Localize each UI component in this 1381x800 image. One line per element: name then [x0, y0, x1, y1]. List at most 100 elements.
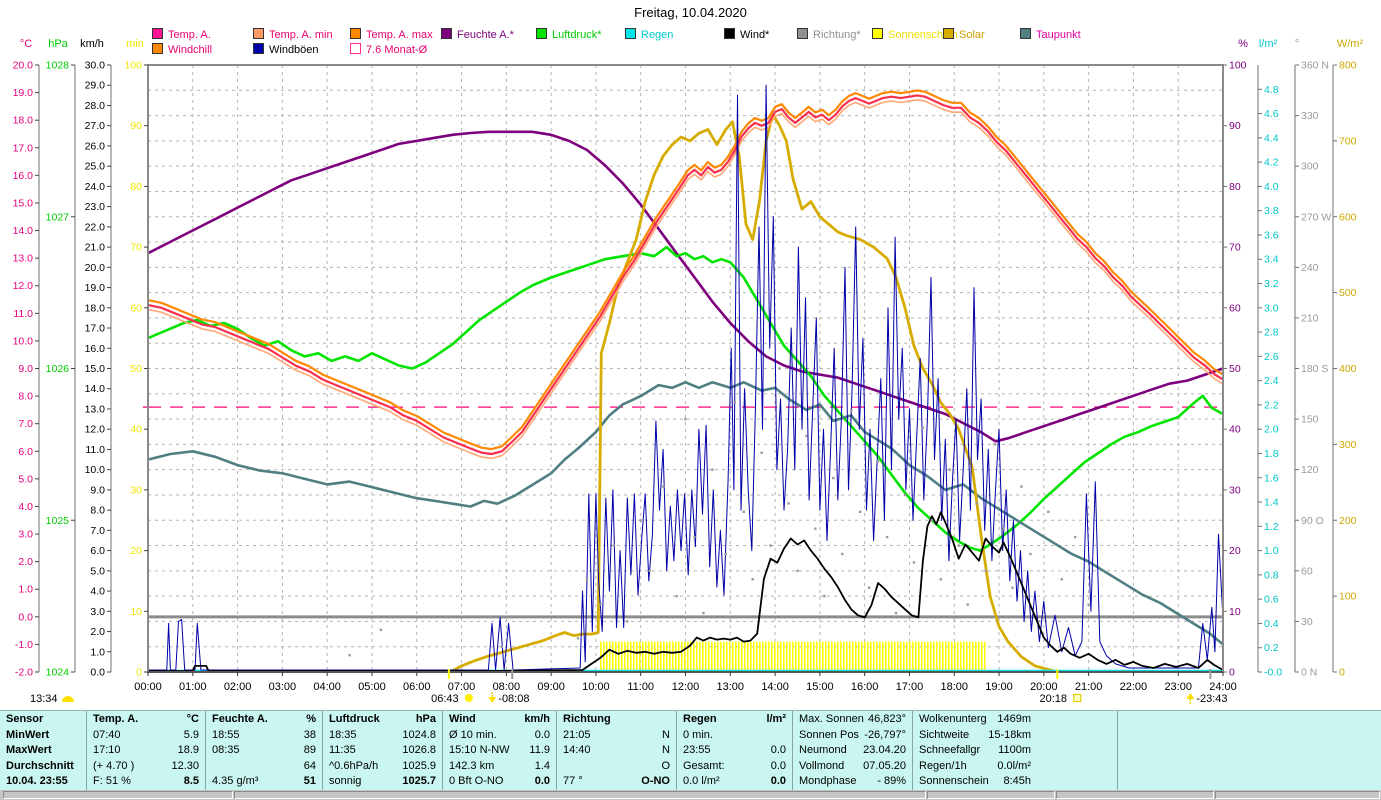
svg-text:240: 240 [1301, 262, 1319, 274]
svg-text:30: 30 [1229, 484, 1241, 496]
svg-text:01:00: 01:00 [179, 681, 207, 693]
status-bar-segment-0 [3, 791, 233, 799]
time-axis: 00:00 01:00 02:00 03:00 04:00 05:00 06:00 07:00… [134, 669, 1237, 705]
cell-value: 0.0l/m² [997, 759, 1031, 772]
table-row: Temp. A. °C [93, 712, 199, 728]
svg-text:1.8: 1.8 [1264, 448, 1279, 460]
table-row: Schneefallgr 1100m [919, 743, 1031, 759]
gridlines [148, 65, 1223, 672]
cell-value: 0.0 [534, 728, 550, 741]
svg-text:18.0: 18.0 [85, 302, 106, 314]
cell-value: 46,823° [867, 713, 906, 725]
cell-label: Gesamt: [683, 759, 725, 772]
svg-text:6.0: 6.0 [90, 545, 105, 557]
table-column-feuchte-a: Feuchte A.% 18:55 38 08:35 89 64 4.35 g/m³ 51 [206, 711, 323, 791]
axis-wm2: W/m² 800 700 600 500 400 300 200 100 0 [1332, 38, 1363, 679]
svg-text:5.0: 5.0 [18, 473, 33, 485]
table-column: Wolkenunterg 1469m Sichtweite 15-18km Schnee… [913, 711, 1118, 791]
table-row: 77 ° O-NO [563, 774, 670, 790]
table-row: sonnig 1025.7 [329, 774, 436, 790]
table-row: 64 [212, 759, 316, 775]
cell-value: - 89% [877, 775, 906, 788]
svg-text:4.0: 4.0 [1264, 181, 1279, 193]
cell-label: Durchschnitt [6, 759, 74, 772]
cell-label: Richtung [563, 713, 611, 725]
table-column-richtung: Richtung 21:05 N 14:40 N O 77 ° O-NO [557, 711, 677, 791]
table-row: MinWert [6, 728, 80, 744]
cell-value: 18.9 [177, 744, 199, 757]
cell-value: O-NO [641, 775, 670, 788]
svg-text:-1.0: -1.0 [15, 639, 33, 651]
table-column-sensor: Sensor MinWert MaxWert Durchschnitt 10.04. 2… [0, 711, 87, 791]
svg-text:4.4: 4.4 [1264, 132, 1279, 144]
svg-text:-0.0: -0.0 [1264, 667, 1282, 679]
svg-text:28.0: 28.0 [85, 100, 106, 112]
svg-text:300: 300 [1301, 161, 1319, 173]
svg-text:1026: 1026 [46, 363, 70, 375]
svg-text:80: 80 [1229, 181, 1241, 193]
table-row: 4.35 g/m³ 51 [212, 774, 316, 790]
svg-text:2.0: 2.0 [1264, 424, 1279, 436]
svg-text:26.0: 26.0 [85, 140, 106, 152]
svg-text:12.0: 12.0 [13, 280, 34, 292]
cell-label: 4.35 g/m³ [212, 775, 259, 788]
svg-text:90 O: 90 O [1301, 515, 1324, 527]
svg-text:07:00: 07:00 [448, 681, 476, 693]
table-row: Regen l/m² [683, 712, 786, 728]
svg-text:30: 30 [1301, 616, 1313, 628]
table-row: 11:35 1026.8 [329, 743, 436, 759]
svg-text:11.0: 11.0 [85, 444, 105, 456]
svg-text:-23:43: -23:43 [1196, 693, 1227, 705]
svg-text:70: 70 [130, 242, 142, 254]
svg-text:16.0: 16.0 [85, 343, 106, 355]
svg-text:19.0: 19.0 [13, 87, 34, 99]
cell-label: Sonnenschein [919, 775, 989, 788]
svg-text:100: 100 [1339, 591, 1357, 603]
table-row: 0.0 l/m² 0.0 [683, 774, 786, 790]
cell-label: Wolkenunterg [919, 713, 987, 725]
svg-text:20.0: 20.0 [13, 60, 34, 72]
svg-text:9.0: 9.0 [18, 363, 33, 375]
svg-text:2.0: 2.0 [18, 556, 33, 568]
svg-text:18.0: 18.0 [13, 115, 34, 127]
axis-percent: %1009080706050403020100 [1223, 38, 1248, 679]
svg-text:3.8: 3.8 [1264, 205, 1279, 217]
svg-text:11.0: 11.0 [13, 308, 33, 320]
axis-unit-label: ° [1295, 38, 1299, 50]
svg-text:70: 70 [1229, 242, 1241, 254]
cell-label: 14:40 [563, 744, 591, 757]
svg-text:02:00: 02:00 [224, 681, 252, 693]
svg-text:300: 300 [1339, 439, 1357, 451]
svg-text:22:00: 22:00 [1120, 681, 1148, 693]
table-row: 17:10 18.9 [93, 743, 199, 759]
cell-label: 23:55 [683, 744, 711, 757]
table-column-temp-a: Temp. A. °C 07:40 5.9 17:10 18.9 (+ 4.70 ) 12.3… [87, 711, 206, 791]
cell-value: N [662, 728, 670, 741]
svg-text:11:00: 11:00 [627, 681, 654, 693]
svg-text:10: 10 [1229, 606, 1241, 618]
cell-label: 08:35 [212, 744, 240, 757]
cell-label: Wind [449, 713, 476, 725]
table-row: 14:40 N [563, 743, 670, 759]
cell-label: 15:10 N-NW [449, 744, 510, 757]
svg-text:09:00: 09:00 [537, 681, 565, 693]
svg-text:14:00: 14:00 [761, 681, 789, 693]
cell-value: -26,797° [864, 728, 906, 741]
svg-text:1.0: 1.0 [1264, 545, 1279, 557]
axis-unit-label: % [1238, 38, 1248, 50]
svg-text:200: 200 [1339, 515, 1357, 527]
cell-value: N [662, 744, 670, 757]
svg-text:20:18: 20:18 [1040, 693, 1068, 705]
svg-text:0.2: 0.2 [1264, 642, 1279, 654]
svg-text:19.0: 19.0 [85, 282, 106, 294]
svg-text:13:34: 13:34 [30, 693, 58, 705]
svg-text:4.0: 4.0 [18, 501, 33, 513]
svg-text:40: 40 [130, 424, 142, 436]
cell-label: Schneefallgr [919, 744, 981, 757]
svg-text:100: 100 [124, 60, 142, 72]
sensor-stats-table: Sensor MinWert MaxWert Durchschnitt 10.04. 2… [0, 710, 1381, 791]
svg-text:15:00: 15:00 [806, 681, 834, 693]
sunshine-duration-bars [599, 641, 986, 671]
cell-label: 18:35 [329, 728, 357, 741]
svg-text:13.0: 13.0 [13, 253, 34, 265]
